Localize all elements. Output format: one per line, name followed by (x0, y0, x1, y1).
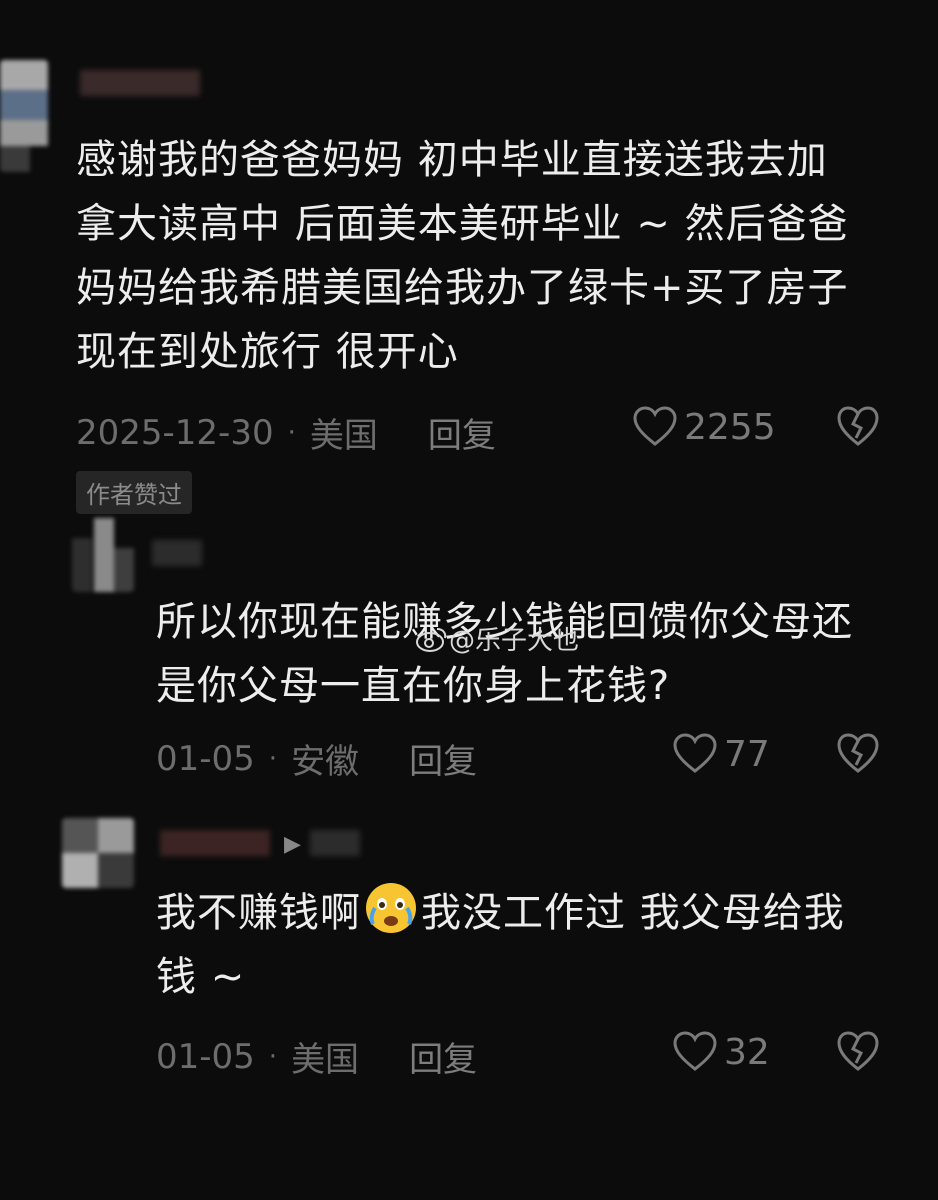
like-button[interactable]: 77 (672, 733, 770, 775)
reply-button[interactable]: 回复 (409, 734, 477, 783)
comment-date: 2025-12-30 (76, 412, 274, 453)
comment-text: 感谢我的爸爸妈妈 初中毕业直接送我去加 拿大读高中 后面美本美研毕业 ~ 然后爸… (76, 137, 849, 375)
replied-username-blurred[interactable] (310, 830, 360, 856)
comment-date: 01-05 (156, 1036, 255, 1077)
comment-location: 美国 (309, 416, 378, 456)
comment-location: 安徽 (291, 742, 360, 782)
reply-arrow-icon: ▶ (284, 832, 301, 857)
watermark: @乐子大也 (415, 620, 579, 657)
author-liked-badge: 作者赞过 (76, 471, 192, 514)
comment-meta: 2025-12-30 · 美国 回复 (76, 408, 496, 457)
avatar[interactable] (72, 518, 134, 592)
username-blurred[interactable] (160, 830, 270, 856)
comment-text: 我不赚钱啊 我没工作过 我父母给我 钱 ~ (156, 880, 845, 1009)
dislike-button[interactable] (836, 1031, 880, 1077)
like-count: 77 (724, 733, 770, 775)
weibo-icon (416, 627, 447, 652)
comment-location: 美国 (291, 1040, 360, 1080)
separator-dot: · (268, 1041, 278, 1072)
username-blurred[interactable] (80, 70, 200, 96)
broken-heart-icon (837, 733, 879, 773)
dislike-button[interactable] (836, 406, 880, 452)
separator-dot: · (268, 743, 278, 774)
heart-outline-icon (673, 733, 717, 773)
watermark-text: @乐子大也 (449, 626, 580, 656)
avatar[interactable] (0, 60, 48, 172)
reply-button[interactable]: 回复 (409, 1032, 477, 1081)
like-button[interactable]: 2255 (632, 406, 776, 448)
like-count: 32 (724, 1031, 770, 1073)
like-button[interactable]: 32 (672, 1031, 770, 1073)
broken-heart-icon (837, 1031, 879, 1071)
dislike-button[interactable] (836, 733, 880, 779)
broken-heart-icon (837, 406, 879, 446)
username-blurred[interactable] (152, 540, 202, 566)
heart-outline-icon (673, 1031, 717, 1071)
heart-outline-icon (633, 406, 677, 446)
like-count: 2255 (684, 406, 776, 448)
comment-meta: 01-05 · 美国 回复 (156, 1032, 477, 1081)
crying-laughing-emoji (366, 883, 416, 933)
comment-meta: 01-05 · 安徽 回复 (156, 734, 477, 783)
avatar[interactable] (62, 818, 134, 888)
separator-dot: · (287, 417, 296, 448)
reply-button[interactable]: 回复 (428, 408, 496, 457)
comment-date: 01-05 (156, 738, 255, 779)
